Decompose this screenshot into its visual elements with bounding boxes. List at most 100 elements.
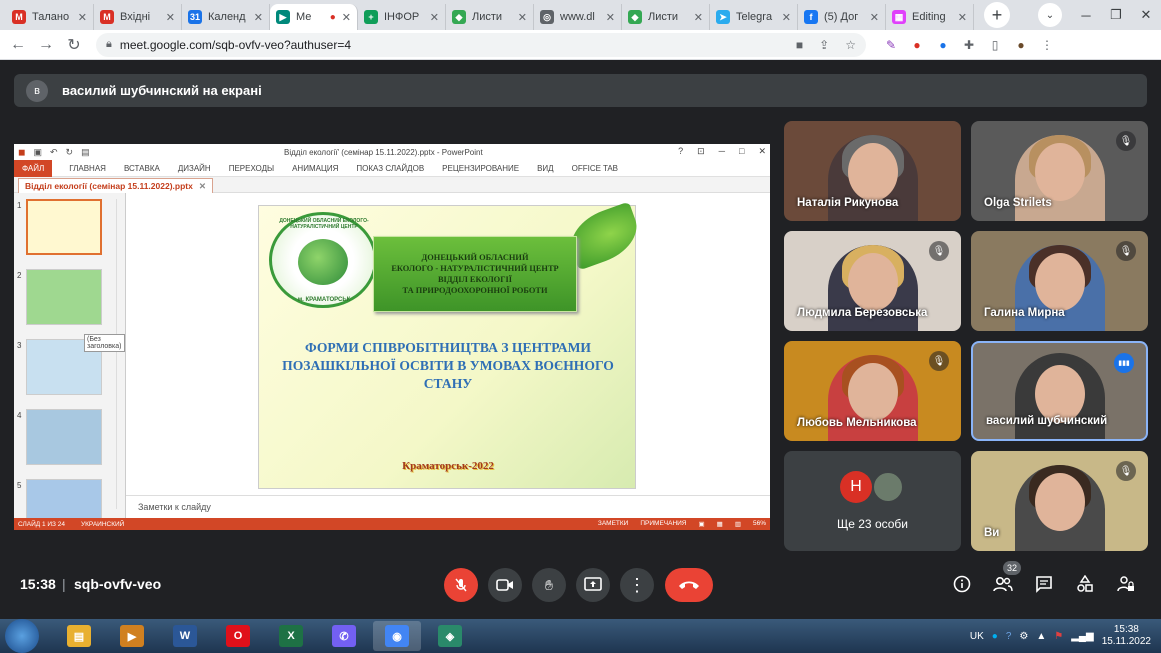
taskbar-app-chrome[interactable]: ◉ bbox=[373, 621, 421, 651]
back-icon[interactable]: ← bbox=[4, 36, 32, 54]
tab-close-icon[interactable]: ✕ bbox=[606, 11, 615, 24]
tab-close-icon[interactable]: ✕ bbox=[958, 11, 967, 24]
taskbar-app-media[interactable]: ▶ bbox=[108, 621, 156, 651]
reading-view-icon: ▥ bbox=[734, 521, 741, 528]
taskbar-app-explorer[interactable]: ▤ bbox=[55, 621, 103, 651]
language-indicator-tray[interactable]: UK bbox=[970, 631, 984, 642]
menu-dots-icon[interactable]: ⋮ bbox=[1034, 38, 1060, 52]
lock-icon[interactable]: 🔒︎ bbox=[106, 38, 112, 51]
tray-clock[interactable]: 15:38 15.11.2022 bbox=[1102, 624, 1151, 648]
participant-name: Наталія Рикунова bbox=[797, 197, 899, 209]
participant-tile[interactable]: 🎙︎ Ви bbox=[971, 451, 1148, 551]
browser-tab[interactable]: ➤ Telegra ✕ bbox=[710, 4, 798, 30]
share-icon[interactable]: ⇪ bbox=[819, 38, 829, 52]
address-bar[interactable]: 🔒︎ meet.google.com/sqb-ovfv-veo?authuser… bbox=[96, 32, 866, 57]
browser-tab[interactable]: M Вхідні ✕ bbox=[94, 4, 182, 30]
raise-hand-button[interactable]: ✋︎ bbox=[532, 568, 566, 602]
participant-tile[interactable]: Наталія Рикунова bbox=[784, 121, 961, 221]
taskbar-app-excel[interactable]: X bbox=[267, 621, 315, 651]
thumbnail-number: 2 bbox=[17, 271, 22, 280]
system-tray: UK ● ? ⚙ ▲ ⚑ ▂▄▆ 15:38 15.11.2022 bbox=[970, 619, 1151, 653]
tab-label: Талано bbox=[32, 11, 70, 23]
taskbar-app-app[interactable]: ◈ bbox=[426, 621, 474, 651]
reload-icon[interactable]: ↻ bbox=[60, 35, 88, 55]
tab-close-icon[interactable]: ✕ bbox=[342, 11, 351, 24]
window-controls: ─ ❐ ✕ bbox=[1071, 0, 1161, 30]
minimize-icon[interactable]: ─ bbox=[1071, 8, 1101, 23]
forward-icon[interactable]: → bbox=[32, 36, 60, 54]
others-tile[interactable]: Н Ще 23 особи bbox=[784, 451, 961, 551]
slide-thumbnail bbox=[26, 269, 102, 325]
profile-avatar-icon[interactable]: ● bbox=[1008, 38, 1034, 52]
browser-tab[interactable]: ◆ Листи ✕ bbox=[622, 4, 710, 30]
browser-tab[interactable]: ◆ Листи ✕ bbox=[446, 4, 534, 30]
restore-icon[interactable]: ❐ bbox=[1101, 7, 1131, 23]
tab-close-icon[interactable]: ✕ bbox=[870, 11, 879, 24]
sidebar-icon[interactable]: ▯ bbox=[982, 38, 1008, 52]
tab-close-icon[interactable]: ✕ bbox=[166, 11, 175, 24]
save-icon: ▣ bbox=[33, 146, 42, 157]
tab-search-icon[interactable]: ⌄ bbox=[1038, 3, 1062, 27]
participant-tile[interactable]: 🎙︎ Olga Strilets bbox=[971, 121, 1148, 221]
network-icon[interactable]: ▂▄▆ bbox=[1071, 631, 1093, 642]
skype-icon[interactable]: ● bbox=[992, 631, 998, 642]
taskbar-app-viber[interactable]: ✆ bbox=[320, 621, 368, 651]
browser-tab[interactable]: 31 Календ ✕ bbox=[182, 4, 270, 30]
pen-extension-icon[interactable]: ✎ bbox=[878, 38, 904, 52]
chat-button[interactable] bbox=[1033, 575, 1055, 595]
bookmark-star-icon[interactable]: ☆ bbox=[845, 38, 856, 52]
help-icon: ? bbox=[678, 146, 684, 156]
participant-name: Галина Мирна bbox=[984, 307, 1065, 319]
puzzle-extensions-icon[interactable]: ✚ bbox=[956, 38, 982, 52]
activities-button[interactable] bbox=[1074, 574, 1096, 595]
adblock-extension-icon[interactable]: ● bbox=[904, 38, 930, 52]
browser-tab[interactable]: ▶ Ме ● ✕ bbox=[270, 4, 358, 30]
tab-close-icon[interactable]: ✕ bbox=[254, 11, 263, 24]
taskbar-media-icon: ▶ bbox=[120, 625, 144, 647]
tab-close-icon[interactable]: ✕ bbox=[78, 11, 87, 24]
people-button[interactable] bbox=[992, 575, 1014, 595]
tab-close-icon[interactable]: ✕ bbox=[694, 11, 703, 24]
org-name-box: ДОНЕЦЬКИЙ ОБЛАСНИЙ ЕКОЛОГО - НАТУРАЛІСТИЧ… bbox=[373, 236, 577, 312]
browser-tab[interactable]: M Талано ✕ bbox=[6, 4, 94, 30]
present-now-button[interactable] bbox=[576, 568, 610, 602]
close-window-icon[interactable]: ✕ bbox=[1131, 7, 1161, 23]
browser-tab[interactable]: + ІНФОР ✕ bbox=[358, 4, 446, 30]
browser-tab[interactable]: ◎ www.dl ✕ bbox=[534, 4, 622, 30]
comments-toggle: ПРИМЕЧАНИЯ bbox=[640, 520, 687, 527]
tools-tray-icon[interactable]: ⚙ bbox=[1019, 631, 1028, 642]
mic-off-button[interactable] bbox=[444, 568, 478, 602]
host-controls-button[interactable] bbox=[1115, 575, 1137, 595]
browser-tab[interactable]: ▦ Editing ✕ bbox=[886, 4, 974, 30]
participant-name: Ви bbox=[984, 527, 1000, 539]
mic-off-icon bbox=[455, 578, 467, 592]
leave-call-button[interactable] bbox=[665, 568, 713, 602]
ribbon-tab: ДИЗАЙН bbox=[177, 163, 211, 173]
camera-icon[interactable]: ■ bbox=[796, 38, 803, 52]
taskbar-app-word[interactable]: W bbox=[161, 621, 209, 651]
flag-icon[interactable]: ⚑ bbox=[1054, 631, 1063, 642]
pp-minimize-icon: ─ bbox=[718, 146, 726, 156]
extension-blue-icon[interactable]: ● bbox=[930, 38, 956, 52]
participant-face bbox=[1034, 143, 1085, 201]
camera-button[interactable] bbox=[488, 568, 522, 602]
taskbar-app-opera[interactable]: O bbox=[214, 621, 262, 651]
tab-close-icon[interactable]: ✕ bbox=[782, 11, 791, 24]
tab-label: Telegra bbox=[736, 11, 773, 23]
show-hidden-icons[interactable]: ▲ bbox=[1036, 631, 1046, 642]
participant-tile[interactable]: 🎙︎ Галина Мирна bbox=[971, 231, 1148, 331]
help-tray-icon[interactable]: ? bbox=[1006, 631, 1012, 642]
shapes-icon bbox=[1077, 574, 1093, 592]
more-options-button[interactable]: ⋮ bbox=[620, 568, 654, 602]
participant-tile[interactable]: 🎙︎ Людмила Березовська bbox=[784, 231, 961, 331]
browser-tab[interactable]: f (5) Дог ✕ bbox=[798, 4, 886, 30]
time-separator: | bbox=[62, 576, 66, 592]
ribbon-tab: ВИД bbox=[537, 163, 554, 173]
meeting-details-button[interactable] bbox=[951, 575, 973, 595]
participant-tile[interactable]: ▮▮▮ василий шубчинский bbox=[971, 341, 1148, 441]
participant-tile[interactable]: 🎙︎ Любовь Мельникова bbox=[784, 341, 961, 441]
new-tab-button[interactable]: + bbox=[984, 2, 1010, 28]
tab-close-icon[interactable]: ✕ bbox=[518, 11, 527, 24]
tab-close-icon[interactable]: ✕ bbox=[430, 11, 439, 24]
start-button[interactable] bbox=[5, 619, 39, 653]
